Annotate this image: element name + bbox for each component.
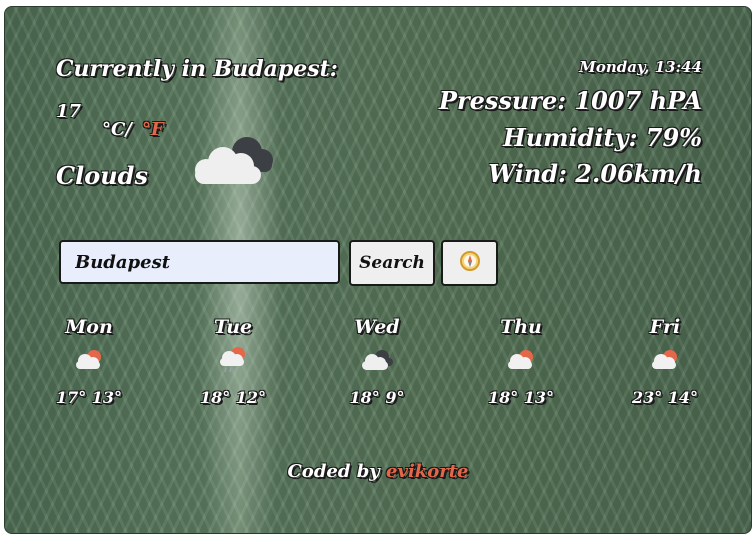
- date-time: Monday, 13:44: [579, 58, 702, 76]
- fahrenheit-link[interactable]: °F: [142, 119, 164, 140]
- pressure-readout: Pressure: 1007 hPA: [438, 86, 702, 115]
- location-heading: Currently in Budapest:: [56, 56, 338, 82]
- forecast-day-name: Thu: [500, 316, 542, 338]
- weather-description: Clouds: [56, 161, 148, 190]
- forecast-day-name: Fri: [649, 316, 681, 338]
- current-location-button[interactable]: [441, 240, 498, 286]
- forecast-temps: 18° 12°: [199, 388, 267, 407]
- humidity-readout: Humidity: 79%: [503, 123, 702, 152]
- clouds-icon: [189, 128, 281, 194]
- city-search-input[interactable]: [59, 240, 340, 284]
- forecast-temps: 18° 13°: [487, 388, 555, 407]
- partly-cloudy-icon: [620, 346, 710, 374]
- footer-prefix: Coded by: [287, 461, 387, 482]
- celsius-link[interactable]: °C/: [102, 119, 132, 140]
- forecast-day-name: Wed: [354, 316, 400, 338]
- forecast-day-name: Tue: [213, 316, 253, 338]
- footer-credit: Coded by evikorte: [4, 461, 752, 482]
- forecast-temps: 23° 14°: [631, 388, 699, 407]
- current-temperature: 17: [56, 101, 82, 122]
- weather-card: Currently in Budapest: 17 °C/ °F Clouds …: [4, 6, 752, 534]
- forecast-temps: 17° 13°: [55, 388, 123, 407]
- partly-cloudy-icon: [44, 346, 134, 374]
- wind-readout: Wind: 2.06km/h: [488, 159, 702, 188]
- search-button[interactable]: Search: [349, 240, 435, 286]
- rain-cloud-sun-icon: [188, 346, 278, 374]
- forecast-day: Mon 17° 13°: [44, 316, 134, 407]
- partly-cloudy-icon: [476, 346, 566, 374]
- compass-icon: [459, 250, 481, 276]
- forecast-temps: 18° 9°: [349, 388, 405, 407]
- forecast-day: Fri 23° 14°: [620, 316, 710, 407]
- author-link[interactable]: evikorte: [386, 461, 468, 482]
- forecast-day: Tue 18° 12°: [188, 316, 278, 407]
- forecast-day: Thu 18° 13°: [476, 316, 566, 407]
- forecast-day-name: Mon: [65, 316, 113, 338]
- forecast-day: Wed 18° 9°: [332, 316, 422, 407]
- clouds-icon: [332, 346, 422, 374]
